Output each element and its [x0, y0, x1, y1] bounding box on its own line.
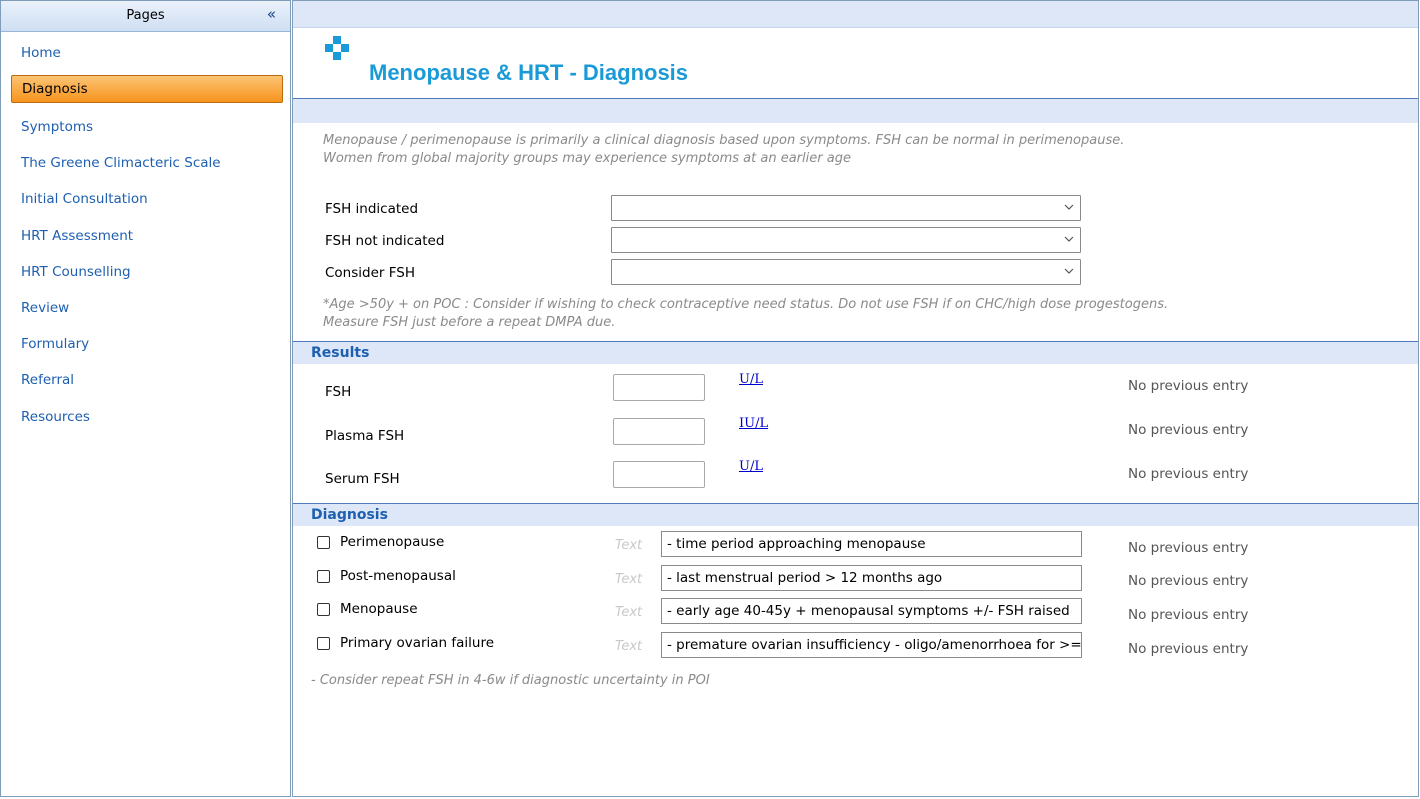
menopause-checkbox[interactable] — [317, 603, 330, 616]
sidebar-item-greene-climacteric-scale[interactable]: The Greene Climacteric Scale — [11, 149, 283, 177]
perimenopause-text-input[interactable]: - time period approaching menopause — [661, 531, 1082, 557]
sidebar-item-hrt-assessment[interactable]: HRT Assessment — [11, 222, 283, 250]
perimenopause-text-hint: Text — [615, 538, 643, 553]
fsh-result-label: FSH — [325, 384, 352, 400]
fsh-previous-entry: No previous entry — [1128, 378, 1249, 394]
plasma-fsh-unit-link[interactable]: IU/L — [739, 416, 768, 431]
fsh-not-indicated-label: FSH not indicated — [325, 233, 445, 249]
medical-cross-icon — [325, 36, 349, 60]
sidebar-title: Pages — [126, 8, 165, 23]
menopause-text-input[interactable]: - early age 40-45y + menopausal symptoms… — [661, 598, 1082, 624]
page-title: Menopause & HRT - Diagnosis — [369, 60, 689, 85]
pages-sidebar: Pages « Home Diagnosis Symptoms The Gree… — [0, 0, 291, 797]
perimenopause-checkbox[interactable] — [317, 536, 330, 549]
fsh-result-input[interactable] — [613, 374, 705, 401]
fsh-not-indicated-select[interactable] — [611, 227, 1081, 253]
main-panel: Menopause & HRT - Diagnosis Menopause / … — [292, 0, 1419, 797]
serum-fsh-unit-link[interactable]: U/L — [739, 459, 763, 474]
sidebar-item-referral[interactable]: Referral — [11, 366, 283, 394]
chevron-down-icon — [1064, 204, 1074, 210]
plasma-fsh-input[interactable] — [613, 418, 705, 445]
post-menopausal-previous-entry: No previous entry — [1128, 573, 1249, 589]
primary-ovarian-failure-text-input[interactable]: - premature ovarian insufficiency - olig… — [661, 632, 1082, 658]
sidebar-item-resources[interactable]: Resources — [11, 403, 283, 431]
perimenopause-label: Perimenopause — [340, 534, 445, 550]
title-area: Menopause & HRT - Diagnosis — [293, 28, 1418, 98]
fsh-indicated-label: FSH indicated — [325, 201, 419, 217]
poi-footer-note: - Consider repeat FSH in 4-6w if diagnos… — [311, 673, 710, 688]
sidebar-item-diagnosis[interactable]: Diagnosis — [11, 75, 283, 103]
intro-note-line2: Women from global majority groups may ex… — [323, 151, 851, 166]
sidebar-header: Pages « — [1, 1, 290, 32]
fsh-note-line2: Measure FSH just before a repeat DMPA du… — [323, 315, 616, 330]
sidebar-item-hrt-counselling[interactable]: HRT Counselling — [11, 258, 283, 286]
sidebar-item-initial-consultation[interactable]: Initial Consultation — [11, 185, 283, 213]
menopause-text-hint: Text — [615, 605, 643, 620]
serum-fsh-label: Serum FSH — [325, 471, 400, 487]
intro-note-line1: Menopause / perimenopause is primarily a… — [323, 133, 1125, 148]
fsh-note-line1: *Age >50y + on POC : Consider if wishing… — [323, 297, 1169, 312]
plasma-fsh-previous-entry: No previous entry — [1128, 422, 1249, 438]
chevron-down-icon — [1064, 268, 1074, 274]
primary-ovarian-failure-previous-entry: No previous entry — [1128, 641, 1249, 657]
sidebar-item-review[interactable]: Review — [11, 294, 283, 322]
menopause-previous-entry: No previous entry — [1128, 607, 1249, 623]
post-menopausal-text-input[interactable]: - last menstrual period > 12 months ago — [661, 565, 1082, 591]
plasma-fsh-label: Plasma FSH — [325, 428, 405, 444]
primary-ovarian-failure-checkbox[interactable] — [317, 637, 330, 650]
serum-fsh-previous-entry: No previous entry — [1128, 466, 1249, 482]
fsh-unit-link[interactable]: U/L — [739, 372, 763, 387]
results-section-header: Results — [293, 341, 1418, 364]
sidebar-item-formulary[interactable]: Formulary — [11, 330, 283, 358]
title-divider-bar — [293, 98, 1418, 123]
consider-fsh-select[interactable] — [611, 259, 1081, 285]
perimenopause-previous-entry: No previous entry — [1128, 540, 1249, 556]
fsh-indicated-select[interactable] — [611, 195, 1081, 221]
chevron-down-icon — [1064, 236, 1074, 242]
diagnosis-section-header: Diagnosis — [293, 503, 1418, 526]
post-menopausal-label: Post-menopausal — [340, 568, 456, 584]
post-menopausal-text-hint: Text — [615, 572, 643, 587]
sidebar-item-home[interactable]: Home — [11, 39, 283, 67]
post-menopausal-checkbox[interactable] — [317, 570, 330, 583]
consider-fsh-label: Consider FSH — [325, 265, 415, 281]
sidebar-item-symptoms[interactable]: Symptoms — [11, 113, 283, 141]
menopause-label: Menopause — [340, 601, 418, 617]
serum-fsh-input[interactable] — [613, 461, 705, 488]
primary-ovarian-failure-text-hint: Text — [615, 639, 643, 654]
top-bar — [293, 1, 1418, 28]
collapse-sidebar-icon[interactable]: « — [267, 0, 276, 29]
primary-ovarian-failure-label: Primary ovarian failure — [340, 635, 495, 651]
